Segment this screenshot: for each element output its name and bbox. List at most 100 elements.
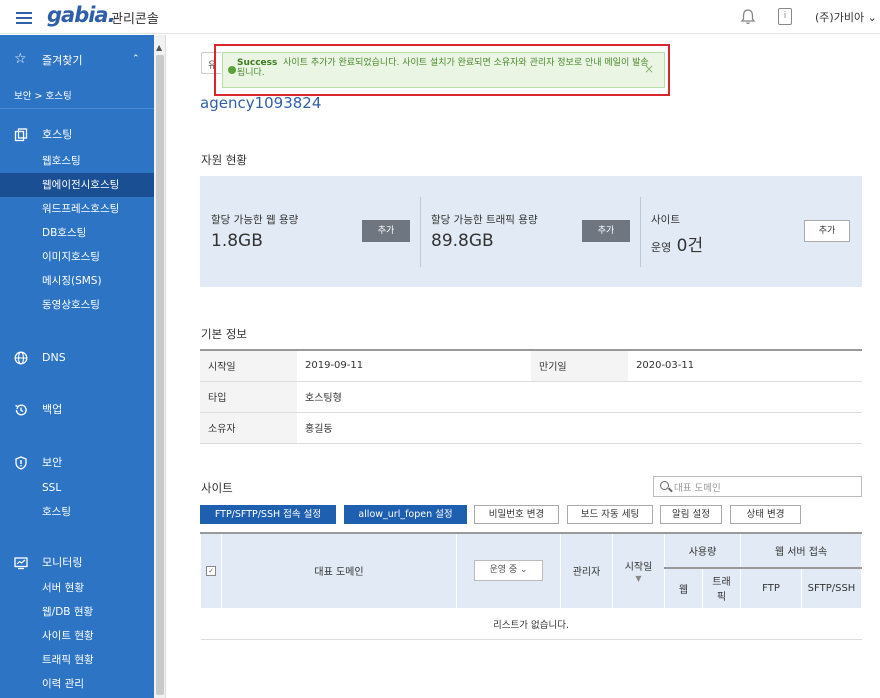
star-icon: ☆ (14, 51, 27, 67)
site-label: 사이트 (651, 214, 680, 226)
ftp-header: FTP (740, 567, 802, 609)
monitor-icon (14, 556, 28, 570)
sidebar-item-wordpress-hosting[interactable]: 워드프레스호스팅 (0, 197, 154, 221)
web-server-header: 웹 서버 접속 (740, 532, 862, 569)
allow-url-fopen-button[interactable]: allow_url_fopen 설정 (344, 505, 467, 524)
add-traffic-button[interactable]: 추가 (582, 220, 630, 242)
sort-down-icon: ▼ (635, 573, 642, 583)
sidebar-item-sms[interactable]: 메시징(SMS) (0, 269, 154, 293)
scrollbar-thumb[interactable] (156, 55, 164, 695)
select-all-checkbox-cell[interactable]: ✓ (200, 532, 222, 609)
change-password-button[interactable]: 비밀번호 변경 (474, 505, 559, 524)
sidebar-item-web-db-status[interactable]: 웹/DB 현황 (0, 600, 154, 624)
resources-panel: 할당 가능한 웹 용량 1.8GB 추가 할당 가능한 트래픽 용량 89.8G… (200, 176, 862, 287)
start-date-header[interactable]: 시작일 ▼ (612, 532, 665, 609)
sidebar-item-server-status[interactable]: 서버 현황 (0, 576, 154, 600)
traffic-capacity-value: 89.8GB (431, 231, 494, 251)
end-value: 2020-03-11 (628, 349, 862, 382)
end-label: 만기일 (531, 349, 628, 382)
menu-icon[interactable] (14, 9, 34, 25)
company-menu[interactable]: (주)가비아 ⌄ (815, 9, 877, 25)
chevron-up-icon: ⌃ (132, 54, 140, 64)
table-row: 시작일 2019-09-11 만기일 2020-03-11 (200, 349, 862, 382)
sidebar-item-video-hosting[interactable]: 동영상호스팅 (0, 293, 154, 317)
sidebar-scrollbar[interactable]: ▲ (154, 35, 166, 698)
sites-table: ✓ 대표 도메인 운영 중 ⌄ 관리자 시작일 ▼ 사용량 웹 서버 접속 웹 트… (200, 532, 862, 640)
domain-header: 대표 도메인 (221, 532, 457, 609)
start-date-label: 시작일 (624, 561, 653, 573)
status-select-value: 운영 중 (489, 565, 518, 576)
site-count-value: 0건 (676, 236, 704, 256)
main-content: 유 Success 사이트 추가가 완료되었습니다. 사이트 설치가 완료되면 … (167, 35, 880, 698)
sidebar-hosting-list: 웹호스팅 웹에이전시호스팅 워드프레스호스팅 DB호스팅 이미지호스팅 메시징(… (0, 149, 154, 317)
sidebar-breadcrumb[interactable]: 보안 > 호스팅 (14, 88, 72, 102)
sidebar-item-history[interactable]: 이력 관리 (0, 672, 154, 696)
board-auto-setup-button[interactable]: 보드 자동 세팅 (567, 505, 653, 524)
web-capacity-label: 할당 가능한 웹 용량 (211, 214, 299, 226)
table-row: 소유자 홍길동 (200, 412, 862, 444)
globe-icon (14, 351, 28, 365)
backup-icon (14, 403, 28, 417)
bell-icon[interactable] (740, 8, 756, 25)
sidebar-monitoring-list: 서버 현황 웹/DB 현황 사이트 현황 트래픽 현황 이력 관리 (0, 576, 154, 696)
empty-list-message: 리스트가 없습니다. (200, 608, 862, 640)
sidebar-item-site-status[interactable]: 사이트 현황 (0, 624, 154, 648)
admin-header: 관리자 (560, 532, 613, 609)
type-value: 호스팅형 (297, 381, 862, 413)
document-icon[interactable]: i (778, 8, 792, 25)
basic-info-table: 시작일 2019-09-11 만기일 2020-03-11 타입 호스팅형 소유… (200, 349, 862, 444)
status-header: 운영 중 ⌄ (456, 532, 561, 609)
change-status-button[interactable]: 상태 변경 (730, 505, 801, 524)
add-site-button[interactable]: 추가 (804, 220, 850, 242)
scroll-up-icon[interactable]: ▲ (156, 43, 162, 52)
sidebar-item-web-agency-hosting[interactable]: 웹에이전시호스팅 (0, 173, 154, 197)
search-input[interactable]: 대표 도메인 (653, 476, 862, 497)
resources-title: 자원 현황 (201, 153, 247, 167)
chevron-down-icon: ⌄ (864, 11, 877, 24)
status-select[interactable]: 운영 중 ⌄ (474, 560, 543, 582)
owner-value: 홍길동 (297, 412, 862, 444)
highlight-box (214, 44, 670, 96)
site-count-prefix: 운영 (651, 241, 672, 254)
chevron-down-icon: ⌄ (520, 565, 528, 576)
add-web-button[interactable]: 추가 (362, 220, 410, 242)
sidebar-security-list: SSL 호스팅 (0, 476, 154, 524)
type-label: 타입 (200, 381, 297, 413)
page-title: agency1093824 (200, 94, 322, 112)
sidebar: ☆ 즐겨찾기 ⌃ 보안 > 호스팅 호스팅 웹호스팅 웹에이전시호스팅 워드프레… (0, 35, 154, 698)
checkbox-icon[interactable]: ✓ (206, 566, 216, 577)
hosting-icon (14, 128, 28, 142)
web-capacity-value: 1.8GB (211, 231, 263, 251)
sidebar-item-security-hosting[interactable]: 호스팅 (0, 500, 154, 524)
sidebar-monitoring[interactable]: 모니터링 (0, 553, 154, 573)
sidebar-item-db-hosting[interactable]: DB호스팅 (0, 221, 154, 245)
sidebar-hosting[interactable]: 호스팅 (0, 125, 154, 145)
search-placeholder: 대표 도메인 (674, 483, 721, 494)
notification-settings-button[interactable]: 알림 설정 (660, 505, 722, 524)
sidebar-dns[interactable]: DNS (0, 348, 154, 368)
sidebar-backup[interactable]: 백업 (0, 400, 154, 420)
site-count: 운영 0건 (651, 231, 703, 256)
table-row: 타입 호스팅형 (200, 381, 862, 413)
company-name: (주)가비아 (815, 11, 865, 24)
shield-icon (14, 456, 28, 470)
basic-info-title: 기본 정보 (201, 327, 247, 341)
sidebar-favorites[interactable]: ☆ 즐겨찾기 ⌃ (0, 51, 154, 71)
web-usage-header: 웹 (664, 567, 703, 609)
sidebar-item-traffic-status[interactable]: 트래픽 현황 (0, 648, 154, 672)
usage-header: 사용량 (664, 532, 741, 569)
sidebar-item-web-hosting[interactable]: 웹호스팅 (0, 149, 154, 173)
sidebar-security[interactable]: 보안 (0, 453, 154, 473)
gabia-logo[interactable]: gabia. (47, 3, 116, 27)
ftp-settings-button[interactable]: FTP/SFTP/SSH 접속 설정 (200, 505, 336, 524)
traffic-capacity-label: 할당 가능한 트래픽 용량 (431, 214, 538, 226)
owner-label: 소유자 (200, 412, 297, 444)
console-title: 관리콘솔 (111, 12, 159, 27)
search-icon (660, 481, 669, 490)
sftp-header: SFTP/SSH (801, 567, 862, 609)
sidebar-item-ssl[interactable]: SSL (0, 476, 154, 500)
sites-title: 사이트 (201, 481, 233, 495)
sidebar-item-image-hosting[interactable]: 이미지호스팅 (0, 245, 154, 269)
start-value: 2019-09-11 (297, 349, 531, 382)
top-bar: gabia. 관리콘솔 i (주)가비아 ⌄ (0, 0, 880, 34)
